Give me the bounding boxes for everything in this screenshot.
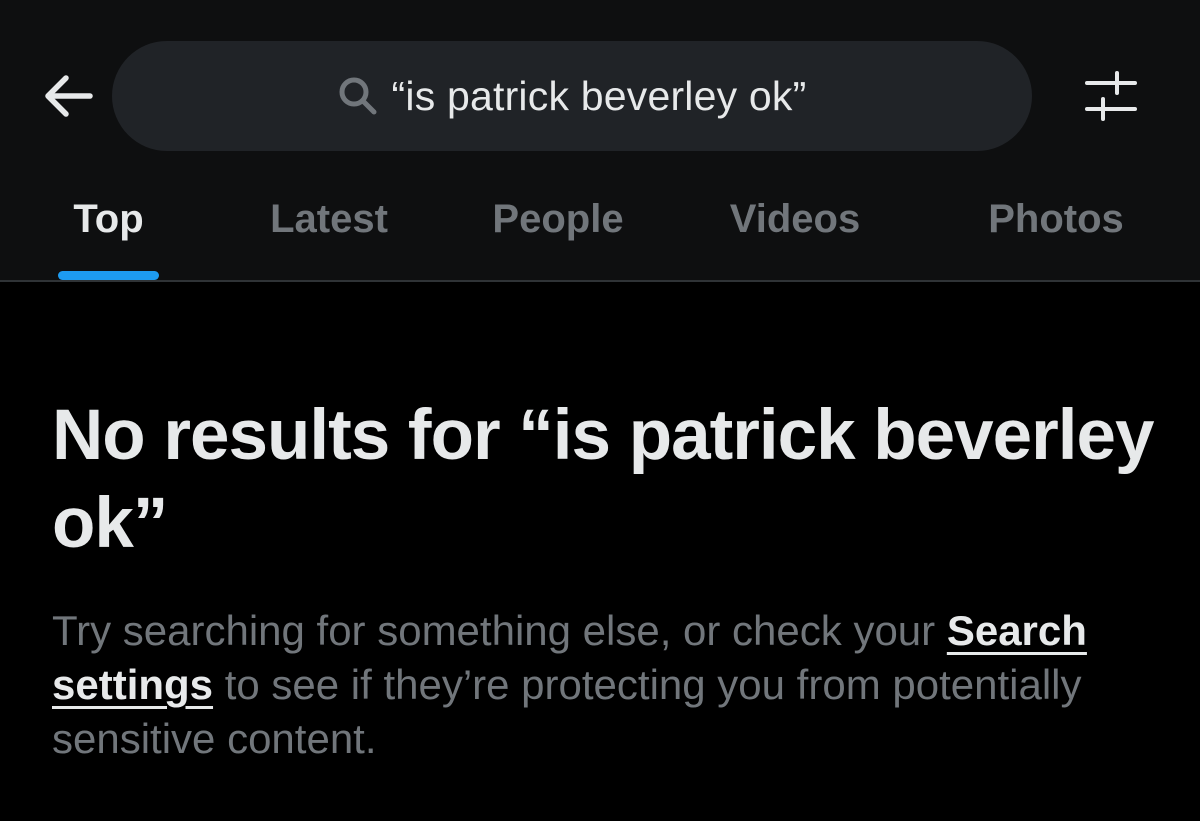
active-tab-indicator (58, 271, 159, 280)
magnifier-icon (338, 76, 378, 116)
search-tabs: Top Latest People Videos Photos (0, 186, 1200, 280)
tab-label: Latest (270, 197, 388, 241)
tab-photos[interactable]: Photos (966, 186, 1146, 280)
tab-videos[interactable]: Videos (707, 186, 883, 280)
search-input[interactable]: “is patrick beverley ok” (112, 41, 1032, 151)
search-filter-button[interactable] (1076, 66, 1146, 130)
empty-state: No results for “is patrick beverley ok” … (52, 392, 1162, 766)
empty-state-text: Try searching for something else, or che… (52, 607, 947, 654)
tab-latest[interactable]: Latest (246, 186, 412, 280)
tab-label: People (492, 197, 624, 241)
tab-label: Photos (988, 197, 1124, 241)
empty-state-message: Try searching for something else, or che… (52, 604, 1152, 766)
search-query-text: “is patrick beverley ok” (391, 72, 807, 119)
top-navigation-bar: “is patrick beverley ok” Top Latest Peop… (0, 0, 1200, 282)
arrow-left-icon (42, 74, 94, 123)
tab-top[interactable]: Top (58, 186, 159, 280)
tab-people[interactable]: People (472, 186, 644, 280)
empty-state-title: No results for “is patrick beverley ok” (52, 396, 1154, 563)
sliders-icon (1083, 70, 1139, 126)
tab-label: Videos (729, 197, 861, 241)
back-button[interactable] (36, 66, 100, 130)
tab-label: Top (73, 197, 144, 241)
